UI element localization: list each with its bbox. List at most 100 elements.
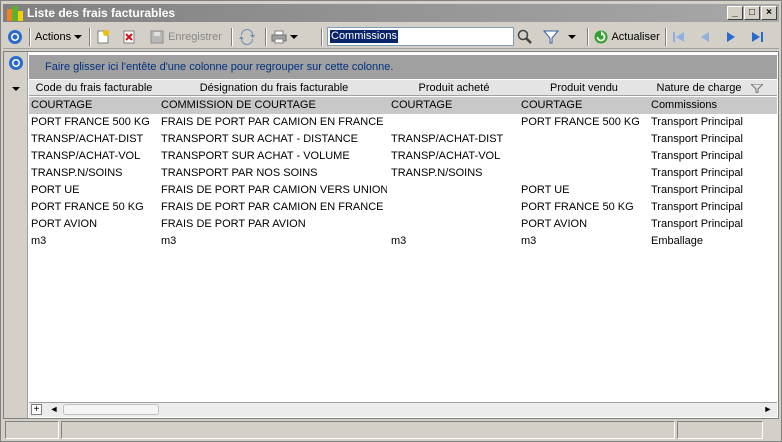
left-strip [4, 52, 28, 418]
table-row[interactable]: m3 m3 m3 m3 Emballage [29, 233, 777, 250]
table-cell: COURTAGE [31, 99, 93, 111]
column-header-nature-charge[interactable]: Nature de charge [649, 80, 749, 96]
table-cell: Transport Principal [651, 201, 743, 213]
table-row[interactable]: PORT AVION FRAIS DE PORT PAR AVION PORT AV… [29, 216, 777, 233]
title-bar[interactable]: Liste des frais facturables _ □ × [3, 4, 779, 22]
table-row[interactable]: COURTAGE COMMISSION DE COURTAGE COURTAGE CO… [29, 97, 777, 114]
table-cell: Commissions [651, 99, 718, 111]
column-header-produit-achete[interactable]: Produit acheté [389, 80, 519, 96]
first-record-button[interactable] [671, 27, 687, 47]
table-cell [519, 148, 649, 165]
table-cell: TRANSP.N/SOINS [391, 167, 483, 179]
next-record-button[interactable] [723, 27, 739, 47]
grid-menu-icon[interactable] [8, 55, 24, 71]
next-icon [727, 32, 735, 43]
group-by-hint: Faire glisser ici l'entête d'une colonne… [45, 61, 394, 73]
table-cell: TRANSP/ACHAT-DIST [391, 133, 504, 145]
new-document-icon [97, 30, 109, 44]
scroll-right-button[interactable]: ► [761, 403, 775, 416]
table-cell: FRAIS DE PORT PAR AVION [161, 218, 306, 230]
table-cell [389, 114, 519, 131]
table-cell [519, 165, 649, 182]
table-cell: COMMISSION DE COURTAGE [161, 99, 316, 111]
table-row[interactable]: PORT UE FRAIS DE PORT PAR CAMION VERS UNI… [29, 182, 777, 199]
filter-button[interactable] [543, 27, 577, 47]
data-grid: COURTAGE COMMISSION DE COURTAGE COURTAGE CO… [29, 97, 777, 250]
search-input[interactable]: Commissions [327, 27, 514, 46]
refresh-icon [594, 30, 608, 44]
table-cell: COURTAGE [521, 99, 583, 111]
actions-menu-button[interactable]: Actions [35, 27, 83, 47]
minimize-button[interactable]: _ [727, 6, 743, 20]
group-by-area[interactable]: Faire glisser ici l'entête d'une colonne… [29, 55, 777, 79]
column-filter-icon[interactable] [751, 84, 763, 93]
chevron-down-icon [74, 35, 83, 40]
expand-all-icon[interactable] [12, 85, 20, 93]
save-label: Enregistrer [168, 31, 222, 43]
search-input-value: Commissions [330, 30, 399, 43]
delete-icon [123, 30, 135, 44]
table-row[interactable]: TRANSP.N/SOINS TRANSPORT PAR NOS SOINS TRA… [29, 165, 777, 182]
last-icon [752, 32, 763, 43]
status-bar [3, 421, 779, 439]
table-cell: Transport Principal [651, 150, 743, 162]
table-cell: PORT FRANCE 50 KG [521, 201, 634, 213]
last-record-button[interactable] [749, 27, 765, 47]
table-cell: TRANSP/ACHAT-VOL [31, 150, 141, 162]
table-cell [519, 131, 649, 148]
status-cell-2 [61, 421, 675, 439]
refresh-button[interactable]: Actualiser [593, 27, 660, 47]
table-cell: Transport Principal [651, 184, 743, 196]
table-cell: m3 [161, 235, 177, 247]
search-button[interactable] [517, 27, 533, 47]
previous-record-button[interactable] [697, 27, 713, 47]
table-cell: PORT AVION [521, 218, 588, 230]
sync-icon [239, 29, 255, 46]
maximize-button[interactable]: □ [744, 6, 760, 20]
table-cell: TRANSP.N/SOINS [31, 167, 123, 179]
sync-button[interactable] [239, 27, 255, 47]
table-cell: PORT AVION [31, 218, 98, 230]
toolbar-menu-icon[interactable] [7, 27, 23, 47]
refresh-label: Actualiser [611, 31, 660, 43]
table-cell: TRANSP/ACHAT-VOL [391, 150, 501, 162]
table-cell: PORT UE [521, 184, 570, 196]
column-header-designation[interactable]: Désignation du frais facturable [159, 80, 389, 96]
table-cell: Transport Principal [651, 116, 743, 128]
window-title: Liste des frais facturables [27, 6, 176, 20]
expand-button[interactable]: + [31, 404, 42, 415]
actions-label: Actions [35, 31, 72, 43]
table-row[interactable]: TRANSP/ACHAT-DIST TRANSPORT SUR ACHAT - D… [29, 131, 777, 148]
search-icon [517, 29, 532, 44]
table-cell: m3 [521, 235, 537, 247]
scroll-left-button[interactable]: ◄ [47, 403, 61, 416]
column-header-code[interactable]: Code du frais facturable [29, 80, 159, 96]
save-button[interactable]: Enregistrer [149, 27, 222, 47]
filter-icon [543, 30, 559, 44]
column-header-row: Code du frais facturable Désignation du … [29, 80, 777, 96]
new-document-button[interactable] [95, 27, 111, 47]
column-header-produit-vendu[interactable]: Produit vendu [519, 80, 649, 96]
save-icon [150, 30, 164, 44]
status-cell-1 [5, 421, 59, 439]
app-logo-icon [7, 6, 23, 21]
table-row[interactable]: PORT FRANCE 50 KG FRAIS DE PORT PAR CAMIO… [29, 199, 777, 216]
table-row[interactable]: TRANSP/ACHAT-VOL TRANSPORT SUR ACHAT - VO… [29, 148, 777, 165]
table-cell: FRAIS DE PORT PAR CAMION VERS UNION EU [161, 184, 387, 196]
close-button[interactable]: × [761, 6, 777, 20]
scroll-thumb[interactable] [63, 404, 159, 415]
table-cell [389, 216, 519, 233]
table-cell: m3 [31, 235, 47, 247]
main-window: Liste des frais facturables _ □ × Action… [0, 0, 782, 442]
table-cell: Emballage [651, 235, 703, 247]
table-row[interactable]: PORT FRANCE 500 KG FRAIS DE PORT PAR CAMI… [29, 114, 777, 131]
table-cell: Transport Principal [651, 167, 743, 179]
table-cell: TRANSPORT PAR NOS SOINS [161, 167, 318, 179]
status-cell-3 [677, 421, 763, 439]
horizontal-scrollbar[interactable]: + ◄ ► [29, 402, 777, 417]
table-cell: m3 [391, 235, 407, 247]
chevron-down-icon [290, 35, 299, 40]
previous-icon [701, 32, 709, 43]
print-button[interactable] [271, 27, 299, 47]
delete-button[interactable] [121, 27, 137, 47]
